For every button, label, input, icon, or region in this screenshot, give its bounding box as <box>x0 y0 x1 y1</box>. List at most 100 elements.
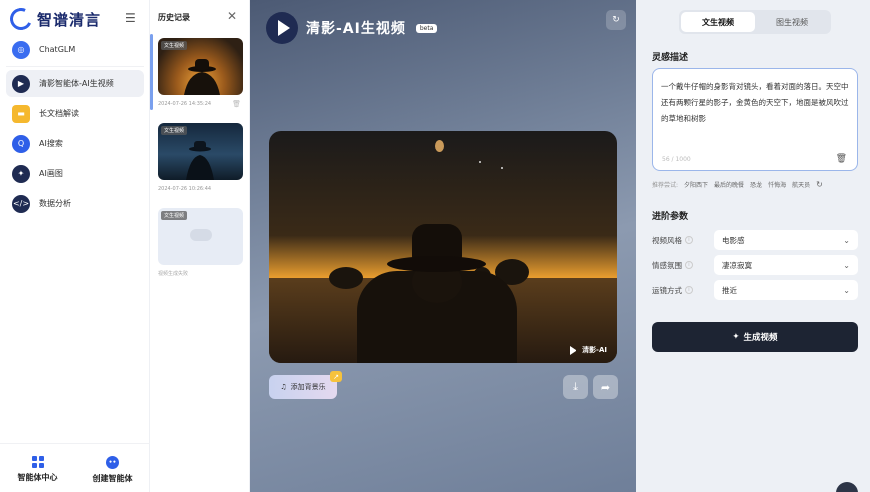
add-music-label: 添加背景乐 <box>290 383 326 391</box>
select-value: 凄凉寂寞 <box>722 260 752 270</box>
sidebar-nav: ◎ ChatGLM ▶ 清影智能体-AI生视频 ▬ 长文档解读 Q AI搜索 ✦… <box>6 36 144 220</box>
cowboy-hat <box>387 224 486 272</box>
style-select[interactable]: 电影感 ⌄ <box>714 230 858 250</box>
history-title: 历史记录 <box>158 13 190 22</box>
suggest-label: 推荐尝试: <box>652 182 679 189</box>
qingying-icon: ▶ <box>12 74 30 93</box>
sidebar-item-label: AI画图 <box>39 169 63 178</box>
trash-icon[interactable]: 🗑 <box>232 100 241 108</box>
planet-shape <box>479 161 481 163</box>
planet-shape <box>435 140 444 152</box>
sidebar-item-qingying[interactable]: ▶ 清影智能体-AI生视频 <box>6 70 144 97</box>
prompt-char-count: 56 / 1000 <box>662 156 691 163</box>
suggestion-chip[interactable]: 夕阳西下 <box>684 180 708 189</box>
param-row-mood: 情感氛围 i 凄凉寂寞 ⌄ <box>652 255 858 275</box>
code-icon: </> <box>12 194 30 213</box>
select-value: 电影感 <box>722 235 745 245</box>
mood-select[interactable]: 凄凉寂寞 ⌄ <box>714 255 858 275</box>
create-agent-label: 创建智能体 <box>92 474 133 483</box>
assistant-avatar[interactable] <box>836 482 858 492</box>
share-icon: ➦ <box>600 380 611 394</box>
sidebar-item-label: AI搜索 <box>39 139 63 148</box>
add-music-button[interactable]: ♫ 添加背景乐 <box>269 375 337 399</box>
history-item-time: 2024-07-26 10:26:44 <box>158 186 212 192</box>
feedback-icon[interactable]: ↻ <box>606 10 626 30</box>
app-root: 智谱清言 ☰ ◎ ChatGLM ▶ 清影智能体-AI生视频 ▬ 长文档解读 Q… <box>0 0 870 492</box>
failed-cloud-icon <box>190 229 212 241</box>
music-note-icon: ♫ <box>280 383 287 391</box>
sidebar-item-ai-search[interactable]: Q AI搜索 <box>6 130 144 157</box>
collapse-sidebar-icon[interactable]: ☰ <box>125 12 139 24</box>
agent-center-label: 智能体中心 <box>17 473 58 482</box>
param-row-camera: 运镜方式 i 推近 ⌄ <box>652 280 858 300</box>
ai-search-icon: Q <box>12 134 30 153</box>
video-stage: 清影-AI生视频 beta ↻ 清影-AI ♫ 添加背景乐 ↗ ⤓ ➦ <box>250 0 636 492</box>
qingying-logo-icon <box>266 12 298 44</box>
sidebar-item-long-doc[interactable]: ▬ 长文档解读 <box>6 100 144 127</box>
sidebar-item-label: 清影智能体-AI生视频 <box>39 79 114 88</box>
trash-icon[interactable]: 🗑 <box>836 154 847 164</box>
history-item-status: 视频生成失败 <box>158 271 189 277</box>
history-item-tag: 文生视频 <box>161 211 188 220</box>
settings-panel: 文生视频 图生视频 灵感描述 一个戴牛仔帽的身影背对镜头，看着对面的落日。天空中… <box>636 0 870 492</box>
history-panel: 历史记录 ✕ 文生视频 2024-07-26 14:35:24 🗑 文生视频 2… <box>150 0 250 492</box>
video-watermark: 清影-AI <box>570 345 607 355</box>
beta-badge: beta <box>415 23 438 33</box>
sidebar: 智谱清言 ☰ ◎ ChatGLM ▶ 清影智能体-AI生视频 ▬ 长文档解读 Q… <box>0 0 150 492</box>
chevron-down-icon: ⌄ <box>843 260 850 270</box>
prompt-text[interactable]: 一个戴牛仔帽的身影背对镜头，看着对面的落日。天空中还有两颗行星的影子，金黄色的天… <box>661 79 853 127</box>
prompt-textarea[interactable]: 一个戴牛仔帽的身影背对镜头，看着对面的落日。天空中还有两颗行星的影子，金黄色的天… <box>652 68 858 171</box>
advanced-section-label: 进阶参数 <box>652 212 689 222</box>
sidebar-divider <box>6 66 144 67</box>
brand-title: 清影-AI生视频 <box>306 21 406 37</box>
generate-video-button[interactable]: ✦ 生成视频 <box>652 322 858 352</box>
info-icon[interactable]: i <box>685 236 693 244</box>
tab-image-to-video[interactable]: 图生视频 <box>755 12 829 32</box>
suggestion-chip[interactable]: 恐龙 <box>750 180 762 189</box>
generate-label: 生成视频 <box>743 333 778 343</box>
history-item[interactable]: 文生视频 <box>158 38 243 95</box>
param-row-style: 视频风格 i 电影感 ⌄ <box>652 230 858 250</box>
chatglm-icon: ◎ <box>12 40 30 59</box>
create-agent-icon: •• <box>106 456 119 469</box>
suggestion-chip[interactable]: 最后的晚餐 <box>714 180 744 189</box>
share-button[interactable]: ➦ <box>593 375 618 399</box>
sidebar-item-ai-paint[interactable]: ✦ AI画图 <box>6 160 144 187</box>
prompt-section-label: 灵感描述 <box>652 53 689 63</box>
sidebar-item-chatglm[interactable]: ◎ ChatGLM <box>6 36 144 63</box>
brand-header: 清影-AI生视频 beta <box>266 12 438 44</box>
mode-tabs: 文生视频 图生视频 <box>679 10 831 34</box>
planet-shape <box>501 167 503 169</box>
info-icon[interactable]: i <box>685 286 693 294</box>
select-value: 推近 <box>722 285 737 295</box>
history-item[interactable]: 文生视频 <box>158 123 243 180</box>
new-badge-icon: ↗ <box>330 371 342 382</box>
refresh-icon[interactable]: ↻ <box>816 180 823 189</box>
folder-icon: ▬ <box>12 104 30 123</box>
param-label: 视频风格 i <box>652 235 708 246</box>
tree-shape <box>329 267 363 289</box>
sidebar-bottom: 智能体中心 •• 创建智能体 <box>0 443 150 484</box>
download-icon: ⤓ <box>573 380 578 393</box>
logo[interactable]: 智谱清言 <box>6 4 101 34</box>
agent-center-button[interactable]: 智能体中心 <box>18 456 58 484</box>
info-icon[interactable]: i <box>685 261 693 269</box>
grid-icon <box>31 456 44 468</box>
download-button[interactable]: ⤓ <box>563 375 588 399</box>
video-player[interactable]: 清影-AI <box>269 131 617 363</box>
sparkle-icon: ✦ <box>732 332 740 342</box>
ai-paint-icon: ✦ <box>12 164 30 183</box>
chevron-down-icon: ⌄ <box>843 235 850 245</box>
chevron-down-icon: ⌄ <box>843 285 850 295</box>
watermark-text: 清影-AI <box>582 346 607 354</box>
tab-text-to-video[interactable]: 文生视频 <box>681 12 755 32</box>
close-icon[interactable]: ✕ <box>227 9 237 23</box>
suggestion-chip[interactable]: 忏悔海 <box>768 180 786 189</box>
camera-select[interactable]: 推近 ⌄ <box>714 280 858 300</box>
sidebar-item-label: 长文档解读 <box>39 109 79 118</box>
sidebar-item-data-analysis[interactable]: </> 数据分析 <box>6 190 144 217</box>
history-item-time: 2024-07-26 14:35:24 <box>158 101 212 107</box>
create-agent-button[interactable]: •• 创建智能体 <box>93 456 133 484</box>
suggestion-chip[interactable]: 航天员 <box>792 180 810 189</box>
zhipu-logo-icon <box>6 4 36 34</box>
